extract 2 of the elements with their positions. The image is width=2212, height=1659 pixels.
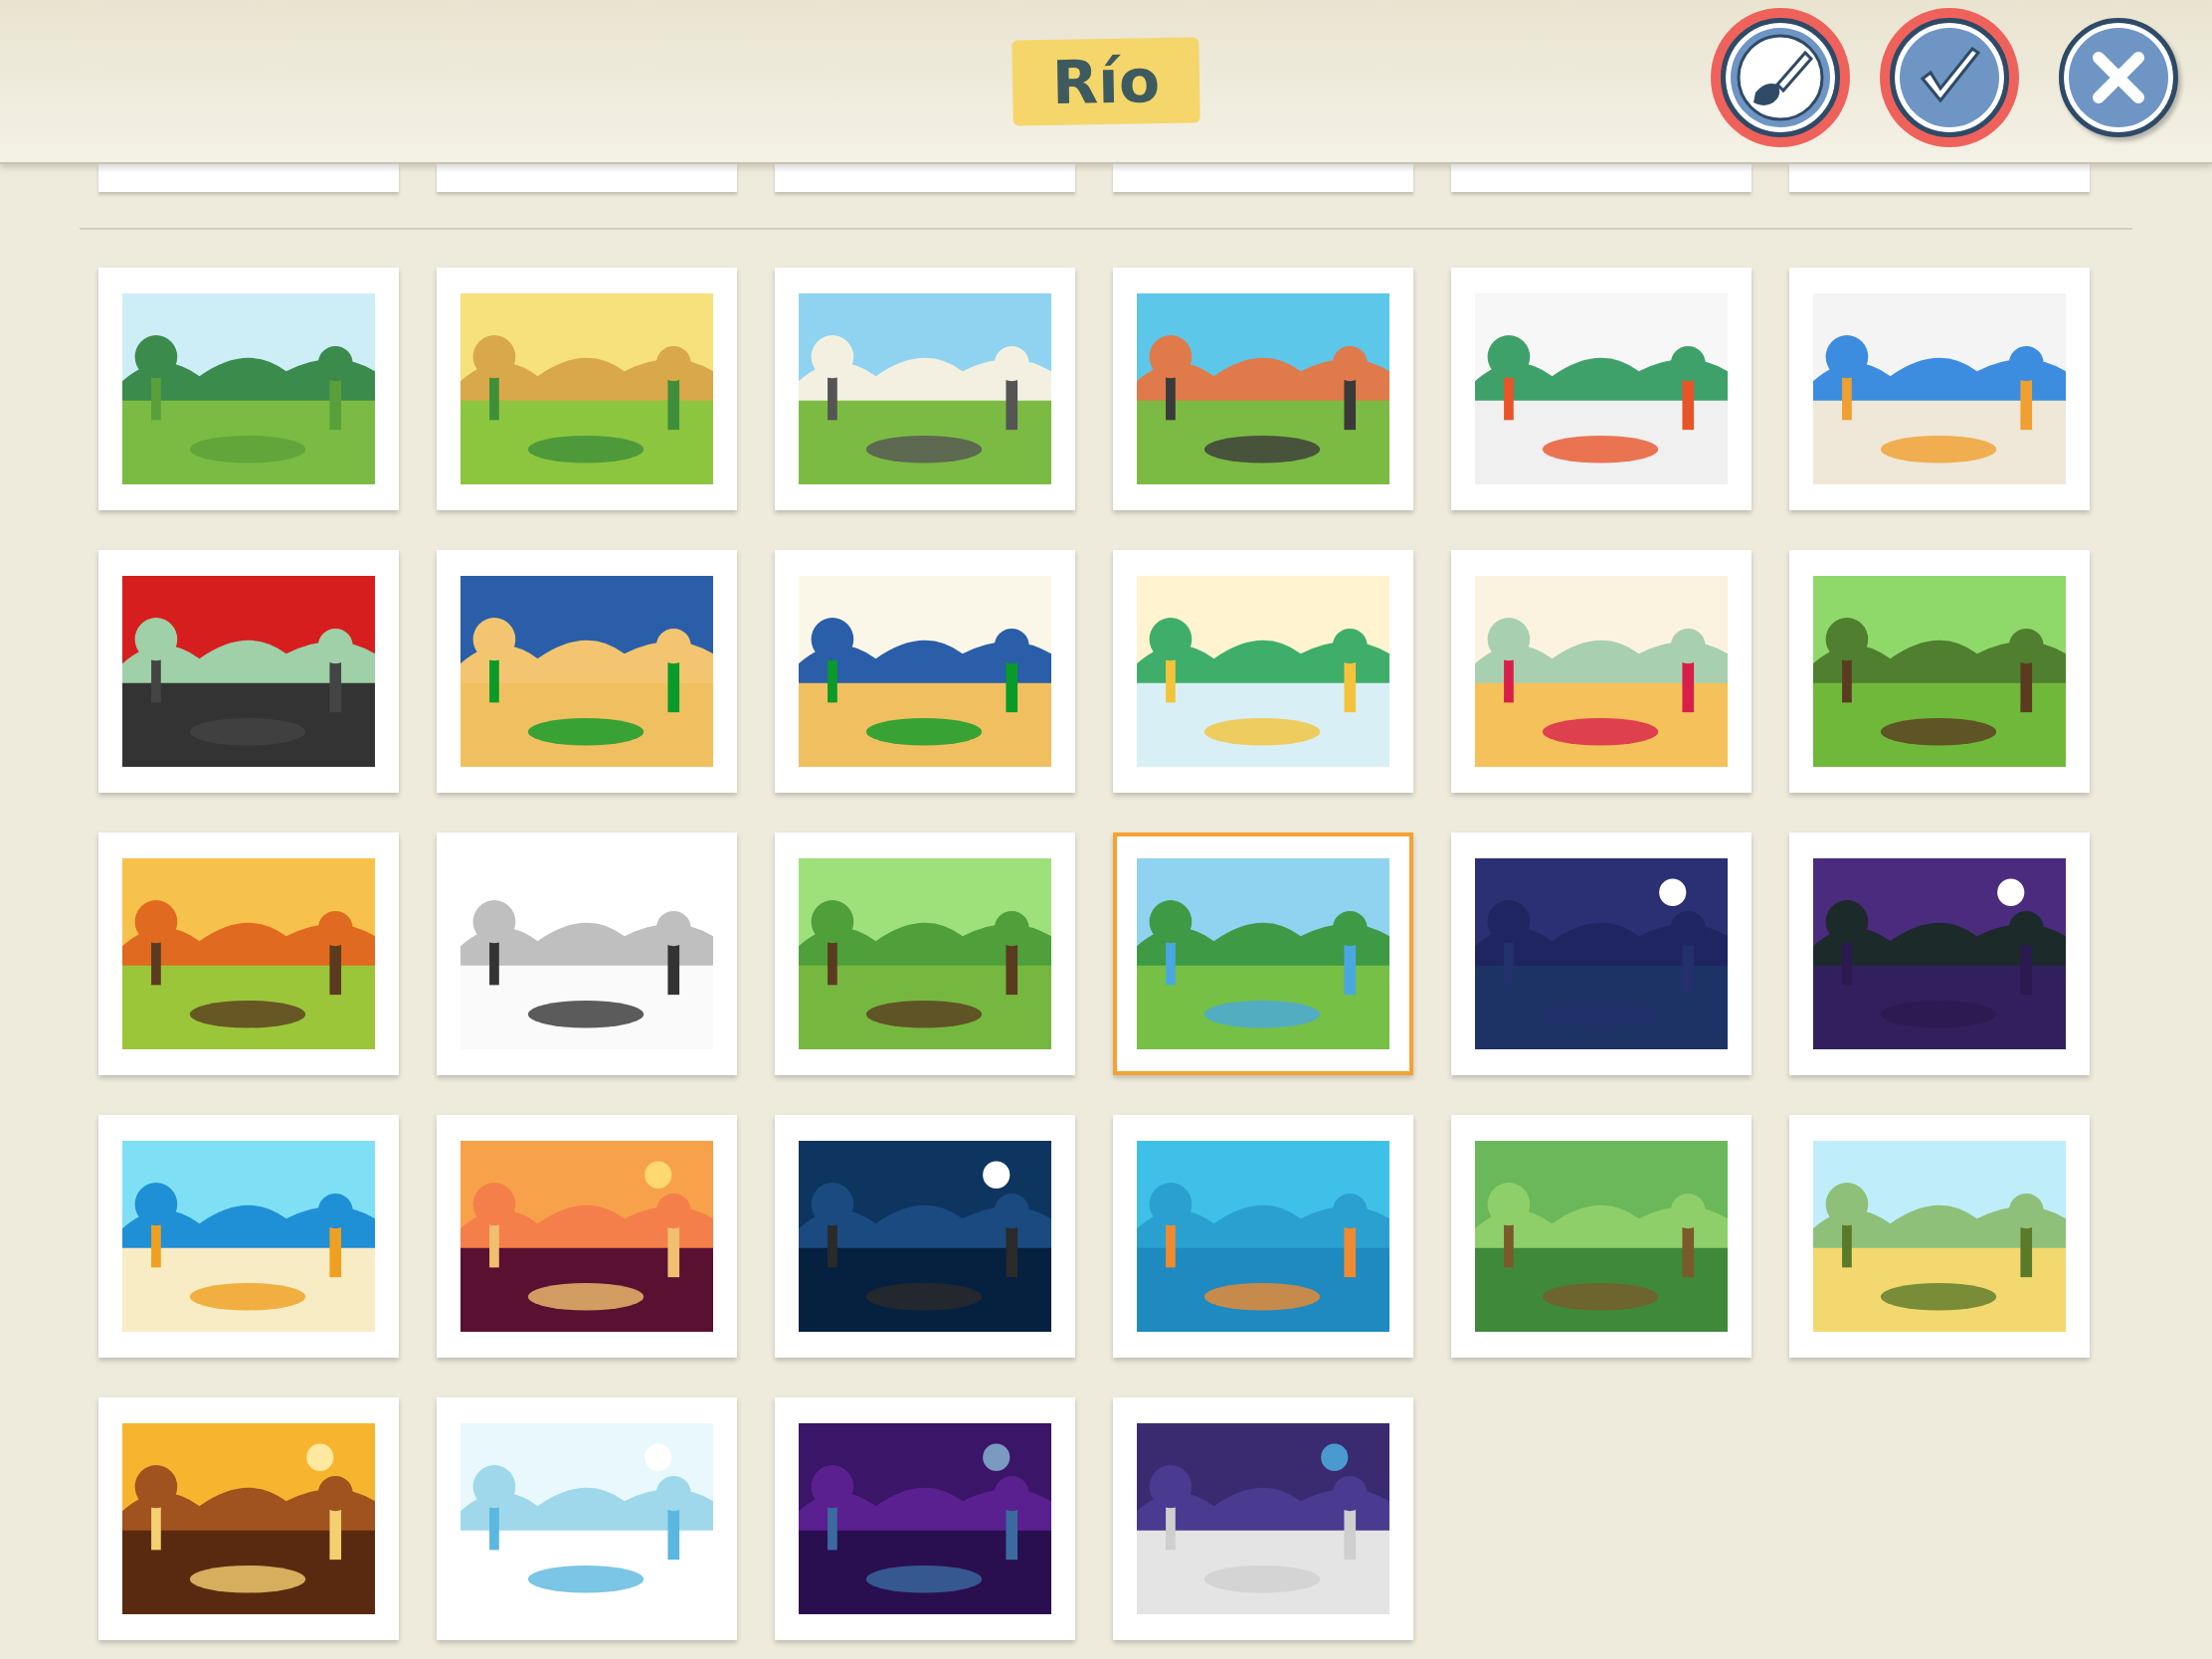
paintbrush-icon — [1736, 33, 1825, 122]
page-title: Río — [1012, 36, 1200, 126]
